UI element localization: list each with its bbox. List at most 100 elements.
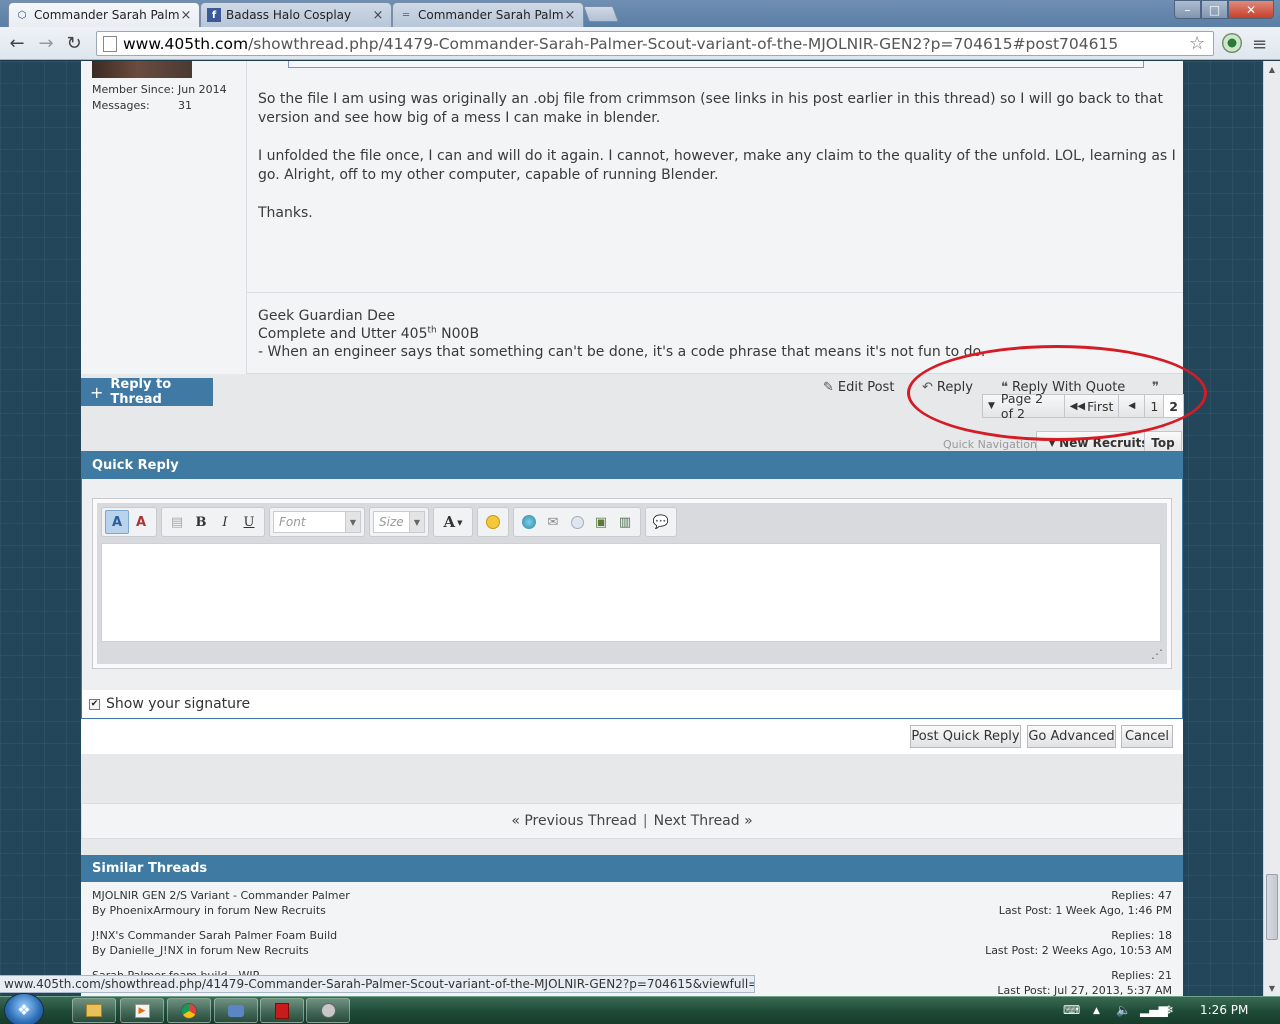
avatar[interactable] (92, 61, 192, 78)
similar-thread-byline: By Danielle_J!NX in forum New Recruits (92, 944, 309, 957)
bold-button[interactable]: B (189, 510, 213, 534)
text-color-button[interactable]: A ▼ (437, 510, 469, 534)
tab-close-icon[interactable]: × (179, 8, 193, 23)
message-textarea[interactable] (101, 543, 1161, 642)
similar-thread-title-link[interactable]: MJOLNIR GEN 2/S Variant - Commander Palm… (92, 888, 350, 903)
remove-link-icon[interactable] (565, 510, 589, 534)
new-tab-button[interactable] (583, 6, 619, 22)
member-since-value: Jun 2014 (178, 83, 227, 96)
paste-icon[interactable]: ▤ (165, 510, 189, 534)
cancel-button[interactable]: Cancel (1121, 725, 1173, 748)
reply-to-thread-button[interactable]: + Reply to Thread (81, 377, 213, 407)
address-bar[interactable]: www.405th.com/showthread.php/41479-Comma… (96, 31, 1214, 56)
halo-favicon-icon: ═ (402, 9, 410, 21)
show-hidden-icons-icon[interactable]: ▲ (1093, 1006, 1100, 1016)
explorer-icon[interactable] (72, 998, 116, 1023)
replies-count: Replies: 47 (1111, 889, 1172, 902)
resize-grip-icon[interactable]: ⋰ (1151, 647, 1163, 661)
sync-tray-icon[interactable]: ❄ (1164, 1003, 1174, 1017)
quick-reply-panel: Quick Reply A A ▤ B I U Font ▼ Size ▼ A … (81, 451, 1183, 719)
volume-icon[interactable]: 🔈 (1116, 1003, 1131, 1017)
thread-navigation: « Previous Thread | Next Thread » (81, 803, 1183, 839)
tab-commander-sarah-palmer-1[interactable]: ⬡ Commander Sarah Palmer × (8, 2, 200, 27)
signature-line: Geek Guardian Dee (258, 308, 396, 324)
scrollbar-thumb[interactable] (1266, 874, 1278, 940)
maximize-button[interactable]: □ (1201, 0, 1228, 19)
minimize-button[interactable]: – (1174, 0, 1201, 19)
tab-close-icon[interactable]: × (371, 8, 385, 23)
vertical-scrollbar[interactable]: ▲ ▼ (1263, 61, 1280, 996)
previous-page-button[interactable]: ◀ (1118, 394, 1146, 418)
wysiwyg-mode-icon[interactable]: A (105, 510, 129, 534)
similar-thread-title-link[interactable]: J!NX's Commander Sarah Palmer Foam Build (92, 928, 337, 943)
last-post: Last Post: Jul 27, 2013, 5:37 AM (997, 984, 1172, 996)
close-window-button[interactable]: ✕ (1228, 0, 1274, 19)
pepakura-icon[interactable] (306, 998, 350, 1023)
scroll-down-icon[interactable]: ▼ (1264, 980, 1280, 996)
post-user-info: Member Since: Jun 2014 Messages: 31 (81, 61, 247, 374)
browser-toolbar: ← → ↻ www.405th.com/showthread.php/41479… (0, 27, 1280, 60)
extension-eye-icon[interactable] (1222, 33, 1242, 53)
insert-quote-icon[interactable]: 💬 (649, 510, 673, 534)
similar-thread-byline: By PhoenixArmoury in forum New Recruits (92, 904, 326, 917)
reload-button[interactable]: ↻ (63, 32, 85, 54)
bookmark-star-icon[interactable]: ☆ (1189, 33, 1205, 54)
editor: A A ▤ B I U Font ▼ Size ▼ A ▼ ✉ ▣ ▥ 💬 ⋰ (92, 498, 1172, 669)
similar-threads-header: Similar Threads (81, 855, 1183, 882)
plus-icon: + (90, 382, 104, 402)
remove-format-icon[interactable]: A (129, 510, 153, 534)
browser-menu-icon[interactable]: ≡ (1252, 34, 1267, 55)
page-icon (103, 35, 117, 52)
forum-post: Member Since: Jun 2014 Messages: 31 So the… (81, 61, 1183, 374)
url-domain: www.405th.com (123, 34, 249, 53)
tab-commander-sarah-palmer-2[interactable]: ═ Commander Sarah Palmer × (392, 2, 584, 27)
thunderbird-icon[interactable] (214, 998, 258, 1023)
clock[interactable]: 1:26 PM (1200, 1003, 1248, 1017)
post-quick-reply-button[interactable]: Post Quick Reply (910, 725, 1021, 748)
next-thread-link[interactable]: Next Thread » (654, 813, 753, 829)
show-signature-row: ✔ Show your signature (82, 690, 1182, 718)
media-player-icon[interactable]: ▶ (120, 998, 164, 1023)
smiley-icon[interactable] (481, 510, 505, 534)
italic-button[interactable]: I (213, 510, 237, 534)
post-signature: Geek Guardian Dee Complete and Utter 405… (247, 292, 1183, 374)
size-dropdown[interactable]: Size ▼ (373, 511, 425, 533)
post-paragraph: So the file I am using was originally an… (258, 91, 1164, 126)
underline-button[interactable]: U (237, 510, 261, 534)
tab-badass-halo-cosplay[interactable]: f Badass Halo Cosplay × (200, 2, 392, 27)
toolbar-group-insert: ✉ ▣ ▥ (513, 507, 641, 537)
go-advanced-button[interactable]: Go Advanced (1027, 725, 1116, 748)
caret-down-icon: ▼ (345, 512, 360, 532)
show-signature-label: Show your signature (106, 696, 251, 712)
font-dropdown[interactable]: Font ▼ (273, 511, 361, 533)
start-button-windows-icon[interactable]: ❖ (4, 993, 44, 1024)
insert-link-icon[interactable] (517, 510, 541, 534)
405th-favicon-icon: ⬡ (17, 9, 27, 21)
scroll-up-icon[interactable]: ▲ (1264, 61, 1280, 77)
chrome-icon[interactable] (167, 998, 211, 1023)
signature-line: - When an engineer says that something c… (258, 344, 986, 360)
edit-post-button[interactable]: ✎ Edit Post (823, 380, 894, 395)
page-jump-dropdown[interactable]: ▼ Page 2 of 2 (982, 391, 1065, 421)
previous-thread-link[interactable]: « Previous Thread (511, 813, 637, 829)
first-page-button[interactable]: ◀◀ First (1063, 394, 1120, 418)
reply-button[interactable]: ↶ Reply (922, 380, 973, 395)
multi-quote-icon: ❞ (1152, 380, 1159, 395)
facebook-favicon-icon: f (207, 8, 221, 22)
page-1-link[interactable]: 1 (1144, 394, 1165, 418)
back-button[interactable]: ← (6, 32, 28, 54)
multi-quote-button[interactable]: ❞ (1152, 380, 1163, 395)
forward-button[interactable]: → (35, 32, 57, 54)
show-signature-checkbox[interactable]: ✔ (89, 698, 100, 710)
acrobat-icon[interactable] (260, 998, 304, 1023)
messages-row: Messages: 31 (92, 99, 192, 112)
editor-inner: A A ▤ B I U Font ▼ Size ▼ A ▼ ✉ ▣ ▥ 💬 ⋰ (97, 503, 1167, 664)
insert-image-icon[interactable]: ▣ (589, 510, 613, 534)
replies-count: Replies: 21 (1111, 969, 1172, 982)
status-bubble-url: www.405th.com/showthread.php/41479-Comma… (0, 975, 755, 993)
insert-video-icon[interactable]: ▥ (613, 510, 637, 534)
left-arrow-icon: ◀ (1128, 401, 1136, 411)
keyboard-tray-icon[interactable]: ⌨ (1063, 1003, 1080, 1017)
email-icon[interactable]: ✉ (541, 510, 565, 534)
tab-close-icon[interactable]: × (563, 8, 577, 23)
